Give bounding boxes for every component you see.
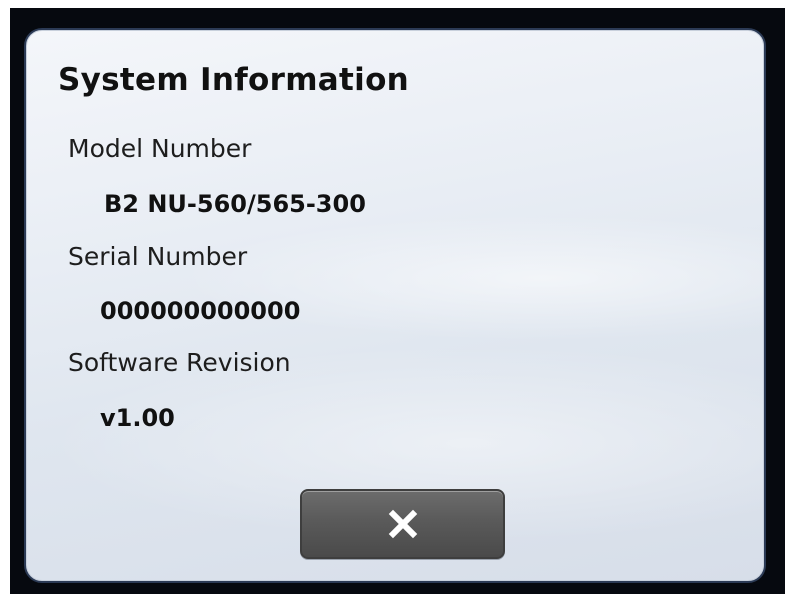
close-icon: [388, 509, 417, 539]
system-information-dialog: System Information Model Number B2 NU-56…: [24, 28, 766, 583]
model-number-value: B2 NU-560/565-300: [104, 190, 366, 218]
serial-number-value: 000000000000: [100, 297, 301, 325]
device-screen: System Information Model Number B2 NU-56…: [10, 8, 785, 594]
software-revision-label: Software Revision: [68, 348, 291, 377]
close-button[interactable]: [300, 489, 505, 559]
software-revision-value: v1.00: [100, 404, 175, 432]
serial-number-label: Serial Number: [68, 242, 248, 271]
dialog-title: System Information: [58, 62, 410, 98]
model-number-label: Model Number: [68, 134, 252, 163]
